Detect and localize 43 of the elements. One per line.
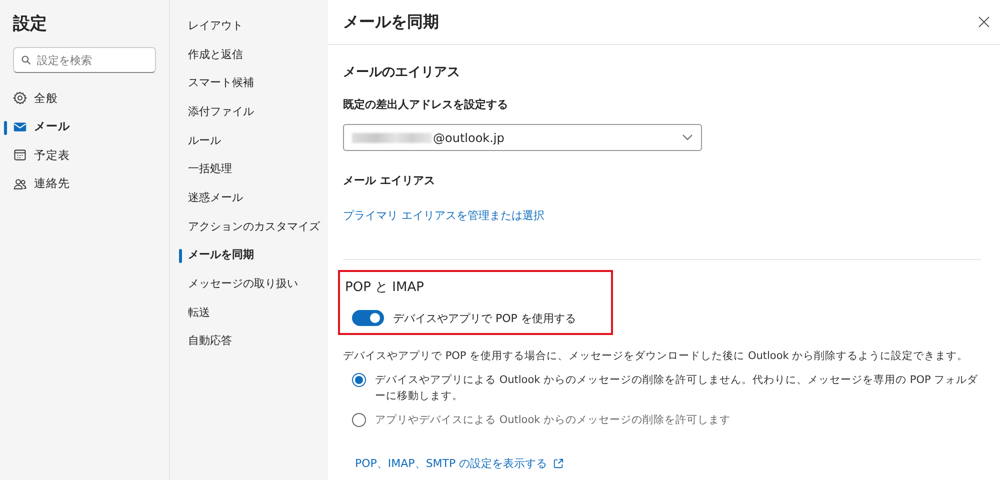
category-item[interactable]: メール (13, 112, 156, 141)
selection-bar (4, 120, 7, 134)
field-label: メール エイリアス (343, 173, 436, 188)
submenu-item[interactable]: アクションのカスタマイズ (188, 212, 328, 240)
option-label: アプリやデバイスによる Outlook からのメッセージの削除を許可します (375, 413, 732, 428)
radio-button[interactable] (352, 373, 366, 387)
category-item[interactable]: 全般 (13, 84, 156, 112)
search-icon (21, 55, 31, 65)
search-field[interactable]: 設定を検索 (13, 47, 156, 73)
submenu-item[interactable]: ルール (188, 126, 328, 154)
section-heading: メールのエイリアス (343, 64, 461, 81)
category-item[interactable]: 予定表 (13, 141, 156, 170)
address-dropdown[interactable]: @outlook.jp (343, 124, 702, 151)
radio-button[interactable] (352, 413, 366, 427)
section-heading: POP と IMAP (345, 279, 425, 296)
settings-link[interactable]: POP、IMAP、SMTP の設定を表示する (355, 456, 564, 471)
people-icon (13, 176, 27, 191)
chevron-down-icon (682, 134, 693, 141)
alias-link[interactable]: プライマリ エイリアスを管理または選択 (343, 208, 544, 223)
submenu-item[interactable]: 添付ファイル (188, 97, 328, 126)
external-link-icon (553, 458, 564, 469)
submenu-item[interactable]: 迷惑メール (188, 183, 328, 212)
settings-title: 設定 (13, 13, 48, 34)
submenu-item[interactable]: 一括処理 (188, 154, 328, 184)
submenu-item[interactable]: 自動応答 (188, 326, 328, 356)
calendar-icon (13, 148, 27, 162)
settings-icon (13, 91, 27, 106)
description-text: デバイスやアプリで POP を使用する場合に、メッセージをダウンロードした後に Outlook から削除するように設定できます。 (343, 349, 970, 363)
submenu-item[interactable]: 転送 (188, 298, 328, 327)
submenu-item[interactable]: スマート候補 (188, 68, 328, 98)
submenu-item[interactable]: メッセージの取り扱い (188, 269, 328, 298)
submenu-item[interactable]: 作成と返信 (188, 40, 328, 68)
category-item[interactable]: 連絡先 (13, 170, 156, 198)
toggle-label: デバイスやアプリで POP を使用する (393, 310, 576, 326)
panel-title: メールを同期 (343, 12, 439, 32)
selection-bar (179, 248, 182, 262)
pop-toggle[interactable] (352, 310, 384, 326)
option-label: デバイスやアプリによる Outlook からのメッセージの削除を許可しません。代わりに、メッセージを専用の POP フォルダーに移動します。 (375, 373, 980, 404)
submenu-item[interactable]: レイアウト (188, 11, 328, 40)
close-button[interactable] (976, 14, 992, 30)
submenu-item[interactable]: メールを同期 (188, 240, 328, 270)
field-label: 既定の差出人アドレスを設定する (343, 97, 509, 112)
envelope-icon (13, 120, 27, 134)
